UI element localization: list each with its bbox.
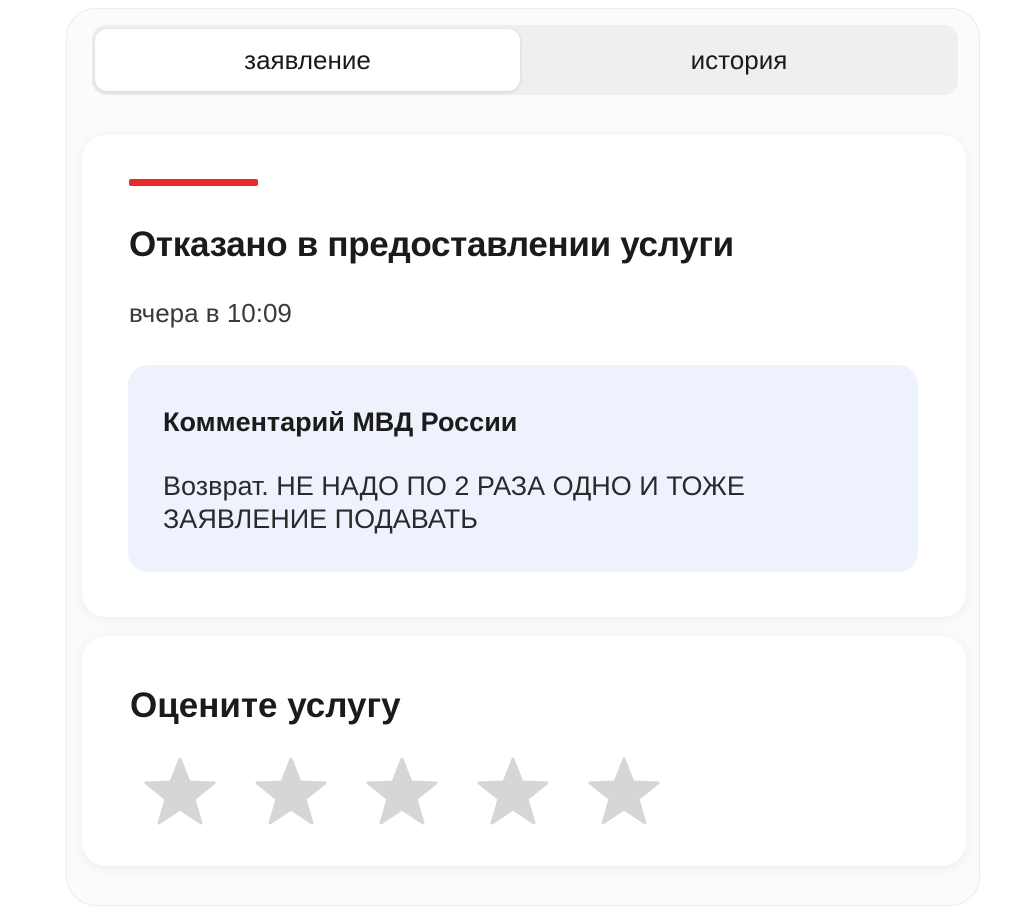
star-icon[interactable] xyxy=(144,756,216,826)
comment-title: Комментарий МВД России xyxy=(163,407,518,437)
status-title: Отказано в предоставлении услуги xyxy=(129,225,734,264)
rating-title: Оцените услугу xyxy=(130,686,401,725)
tab-switcher: заявление история xyxy=(92,25,958,95)
tab-application[interactable]: заявление xyxy=(95,29,520,91)
status-indicator-bar xyxy=(129,179,258,186)
star-icon[interactable] xyxy=(477,756,549,826)
star-icon[interactable] xyxy=(588,756,660,826)
star-rating xyxy=(144,756,699,826)
status-timestamp: вчера в 10:09 xyxy=(129,298,292,328)
star-icon[interactable] xyxy=(255,756,327,826)
comment-box: Комментарий МВД России Возврат. НЕ НАДО … xyxy=(128,365,918,572)
status-card: Отказано в предоставлении услуги вчера в… xyxy=(82,135,966,617)
comment-text: Возврат. НЕ НАДО ПО 2 РАЗА ОДНО И ТОЖЕ З… xyxy=(163,471,745,534)
star-icon[interactable] xyxy=(366,756,438,826)
tab-history[interactable]: история xyxy=(524,29,954,91)
rating-card: Оцените услугу xyxy=(82,636,966,866)
